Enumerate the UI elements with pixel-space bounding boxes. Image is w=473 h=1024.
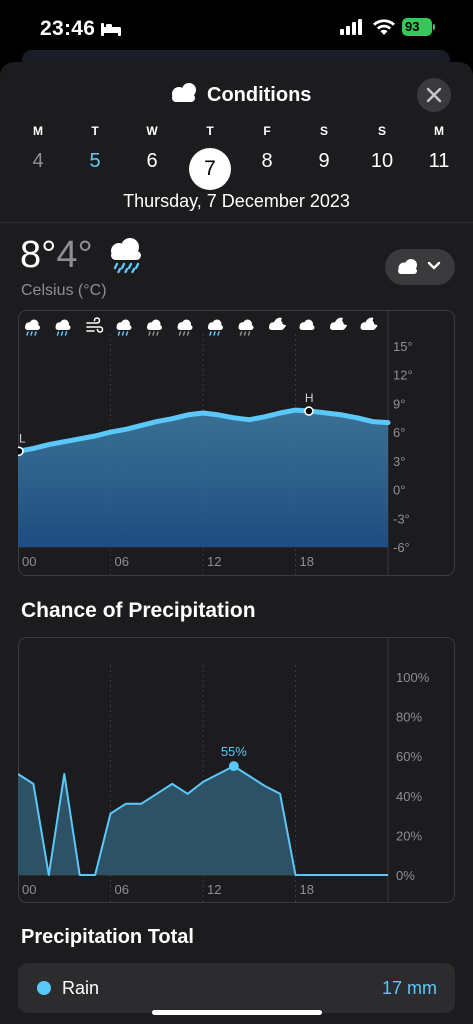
divider [0, 222, 473, 223]
day-letter: M [33, 124, 43, 138]
sleep-bed-icon [101, 23, 121, 36]
high-label: H [305, 391, 314, 405]
close-button[interactable] [417, 78, 451, 112]
y-tick-label: 0° [393, 483, 405, 498]
day-letter: T [206, 124, 214, 138]
day-number: 8 [261, 150, 273, 172]
chevron-down-icon [427, 261, 441, 270]
day-letter: T [91, 124, 99, 138]
day-tue-5[interactable]: T5 [75, 124, 115, 172]
battery-indicator: 93 [402, 18, 432, 36]
day-number: 9 [318, 150, 330, 172]
rain-cloud-icon [111, 238, 141, 274]
day-number: 11 [428, 150, 450, 172]
day-number: 10 [370, 150, 394, 172]
battery-level: 93 [405, 19, 420, 34]
y-tick-label: 9° [393, 396, 405, 411]
y-tick-label: 3° [393, 454, 405, 469]
close-icon [426, 87, 442, 103]
cloud-icon [172, 83, 196, 102]
y-tick-label: 100% [396, 670, 430, 685]
temperature-chart[interactable]: 00 06 12 18 15° 12° 9° 6° 3° 0° -3° -6° L H [18, 310, 455, 576]
peak-label: 55% [221, 744, 247, 759]
rain-label: Rain [62, 978, 100, 998]
y-tick-label: 40% [396, 789, 422, 804]
selected-day-number: 7 [204, 157, 216, 180]
peak-marker [228, 761, 239, 772]
y-tick-label: -3° [393, 511, 410, 526]
y-tick-label: -6° [393, 540, 410, 555]
wifi-icon [373, 19, 395, 35]
day-letter: S [319, 124, 328, 138]
sheet-title: Conditions [207, 84, 312, 106]
precipitation-chart[interactable]: 00 06 12 18 100% 80% 60% 40% 20% 0% 55% [18, 637, 455, 903]
day-sun-10[interactable]: S 10 [362, 124, 402, 172]
home-indicator[interactable] [152, 1010, 322, 1015]
temp-low: 4° [56, 234, 93, 276]
y-tick-label: 12° [393, 368, 413, 383]
rain-legend-dot [37, 981, 51, 995]
y-tick-label: 15° [393, 339, 413, 354]
day-mon-4[interactable]: M4 [18, 124, 58, 172]
battery-cap [433, 24, 435, 30]
day-thu-7[interactable]: T [190, 124, 230, 138]
rain-total-row: Rain 17 mm [18, 963, 455, 1013]
x-tick-label: 12 [207, 882, 221, 897]
day-fri-8[interactable]: F8 [247, 124, 287, 172]
full-date: Thursday, 7 December 2023 [123, 191, 350, 211]
x-tick-label: 06 [115, 882, 129, 897]
high-marker [304, 406, 314, 416]
y-tick-label: 60% [396, 749, 422, 764]
rain-total-value: 17 mm [381, 978, 437, 998]
day-number: 5 [89, 150, 101, 172]
day-number: 6 [146, 150, 158, 172]
x-tick-label: 06 [115, 554, 129, 569]
cloud-icon [398, 259, 417, 274]
day-sat-9[interactable]: S9 [304, 124, 344, 172]
x-tick-label: 00 [22, 554, 36, 569]
y-tick-label: 20% [396, 828, 422, 843]
x-tick-label: 18 [300, 882, 314, 897]
day-mon-11[interactable]: M 11 [419, 124, 459, 172]
day-number: 4 [32, 150, 44, 172]
condition-selector-button[interactable] [385, 249, 455, 285]
temp-high: 8° [20, 234, 57, 276]
x-tick-label: 00 [22, 882, 36, 897]
x-tick-label: 18 [300, 554, 314, 569]
temperature-summary: 8°4° [20, 234, 93, 277]
temperature-units: Celsius (°C) [21, 282, 107, 299]
day-letter: W [146, 124, 158, 138]
cellular-signal-icon [340, 19, 362, 35]
day-wed-6[interactable]: W6 [132, 124, 172, 172]
low-marker [18, 446, 24, 457]
day-letter: M [434, 124, 444, 138]
low-label: L [19, 431, 26, 445]
status-time: 23:46 [40, 17, 96, 40]
section-title-precipitation: Chance of Precipitation [21, 599, 256, 622]
day-letter: S [377, 124, 386, 138]
x-tick-label: 12 [207, 554, 221, 569]
y-tick-label: 80% [396, 710, 422, 725]
day-letter: F [263, 124, 271, 138]
y-tick-label: 6° [393, 425, 405, 440]
section-title-precipitation-total: Precipitation Total [21, 926, 194, 948]
y-tick-label: 0% [396, 868, 415, 883]
